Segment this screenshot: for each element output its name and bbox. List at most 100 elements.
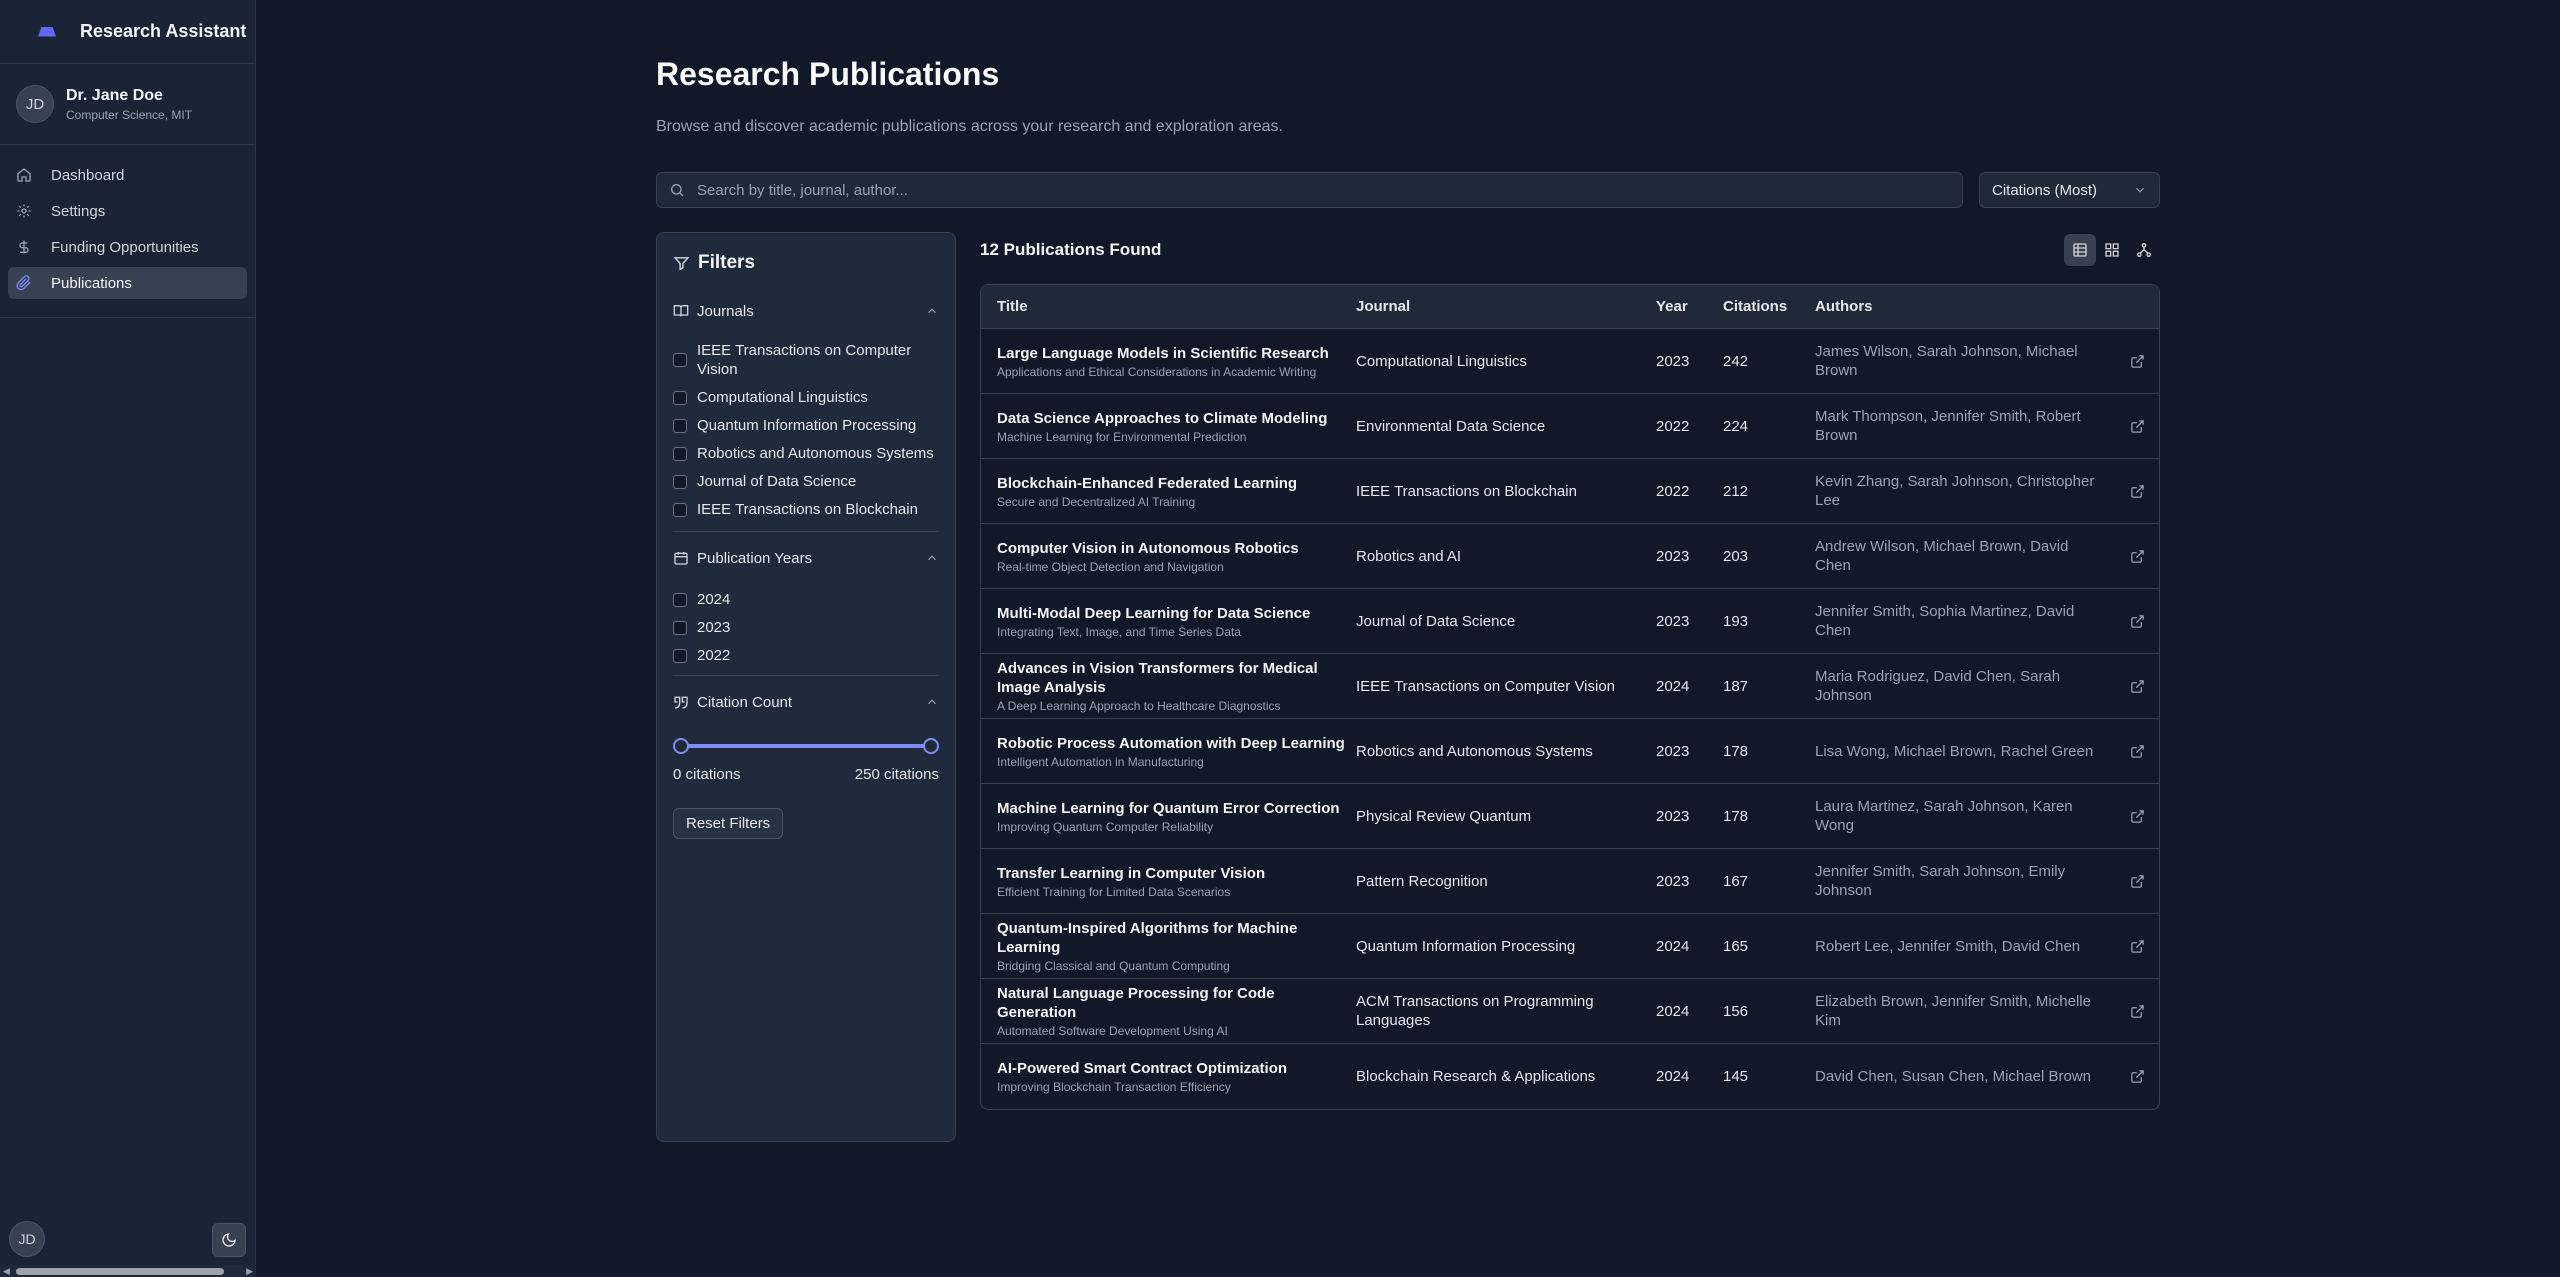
publication-title[interactable]: Machine Learning for Quantum Error Corre… — [997, 799, 1356, 818]
scroll-left-icon[interactable]: ◀ — [3, 1266, 10, 1277]
open-link-button[interactable] — [2115, 809, 2159, 824]
journal-checkbox-list[interactable]: IEEE Transactions on Computer Vision Com… — [673, 341, 939, 521]
column-header-citations[interactable]: Citations — [1723, 298, 1815, 315]
journal-option[interactable]: IEEE Transactions on Blockchain — [673, 500, 939, 519]
open-link-button[interactable] — [2115, 419, 2159, 434]
checkbox[interactable] — [673, 418, 687, 433]
open-link-button[interactable] — [2115, 939, 2159, 954]
year-option[interactable]: 2023 — [673, 618, 939, 637]
search-bar[interactable] — [656, 172, 1963, 208]
journal-option[interactable]: Journal of Data Science — [673, 472, 939, 491]
table-row[interactable]: AI-Powered Smart Contract Optimization Im… — [981, 1044, 2159, 1109]
table-row[interactable]: Multi-Modal Deep Learning for Data Scien… — [981, 589, 2159, 654]
open-link-button[interactable] — [2115, 549, 2159, 564]
column-header-year[interactable]: Year — [1656, 298, 1723, 315]
citation-section-header[interactable]: Citation Count — [673, 690, 939, 714]
table-row[interactable]: Advances in Vision Transformers for Medi… — [981, 654, 2159, 719]
journals-label: Journals — [697, 302, 754, 320]
publication-title[interactable]: AI-Powered Smart Contract Optimization — [997, 1059, 1356, 1078]
column-header-title[interactable]: Title — [981, 298, 1356, 315]
reset-filters-button[interactable]: Reset Filters — [673, 808, 784, 839]
scrollbar-thumb[interactable] — [16, 1268, 224, 1275]
table-view-button[interactable] — [2064, 234, 2096, 266]
user-profile[interactable]: JD Dr. Jane Doe Computer Science, MIT — [0, 64, 255, 145]
table-row[interactable]: Natural Language Processing for Code Gen… — [981, 979, 2159, 1044]
open-link-button[interactable] — [2115, 354, 2159, 369]
slider-min-handle[interactable] — [673, 738, 689, 754]
citation-range-slider[interactable] — [673, 736, 939, 756]
publication-title[interactable]: Blockchain-Enhanced Federated Learning — [997, 474, 1356, 493]
table-row[interactable]: Robotic Process Automation with Deep Lea… — [981, 719, 2159, 784]
checkbox[interactable] — [673, 620, 687, 635]
checkbox[interactable] — [673, 474, 687, 489]
cell-title: Advances in Vision Transformers for Medi… — [981, 659, 1356, 713]
open-link-button[interactable] — [2115, 614, 2159, 629]
open-link-button[interactable] — [2115, 484, 2159, 499]
open-link-button[interactable] — [2115, 1004, 2159, 1019]
table-row[interactable]: Quantum-Inspired Algorithms for Machine … — [981, 914, 2159, 979]
scroll-right-icon[interactable]: ▶ — [246, 1266, 253, 1277]
cell-citations: 178 — [1723, 807, 1749, 825]
table-row[interactable]: Large Language Models in Scientific Rese… — [981, 329, 2159, 394]
table-row[interactable]: Blockchain-Enhanced Federated Learning Se… — [981, 459, 2159, 524]
sidebar-item-funding[interactable]: Funding Opportunities — [8, 231, 247, 263]
publication-title[interactable]: Computer Vision in Autonomous Robotics — [997, 539, 1356, 558]
publication-subtitle: Secure and Decentralized AI Training — [997, 494, 1196, 509]
journal-option[interactable]: Computational Linguistics — [673, 388, 939, 407]
publication-title[interactable]: Natural Language Processing for Code Gen… — [997, 984, 1356, 1022]
table-row[interactable]: Data Science Approaches to Climate Model… — [981, 394, 2159, 459]
open-link-button[interactable] — [2115, 1069, 2159, 1084]
page-title: Research Publications — [656, 56, 1000, 92]
publication-title[interactable]: Advances in Vision Transformers for Medi… — [997, 659, 1356, 697]
year-checkbox-list: 2024 2023 2022 — [673, 590, 939, 665]
slider-max-handle[interactable] — [923, 738, 939, 754]
search-input[interactable] — [697, 181, 1897, 199]
footer-avatar[interactable]: JD — [9, 1221, 45, 1257]
sidebar-item-dashboard[interactable]: Dashboard — [8, 159, 247, 191]
publication-title[interactable]: Large Language Models in Scientific Rese… — [997, 344, 1356, 363]
checkbox[interactable] — [673, 648, 687, 663]
sidebar-item-publications[interactable]: Publications — [8, 267, 247, 299]
journal-option[interactable]: Quantum Information Processing — [673, 416, 939, 435]
year-option[interactable]: 2024 — [673, 590, 939, 609]
checkbox[interactable] — [673, 390, 687, 405]
year-option[interactable]: 2022 — [673, 646, 939, 665]
table-row[interactable]: Computer Vision in Autonomous Robotics Re… — [981, 524, 2159, 589]
chevron-up-icon[interactable] — [925, 304, 939, 318]
grid-view-button[interactable] — [2096, 234, 2128, 266]
open-link-button[interactable] — [2115, 744, 2159, 759]
chevron-up-icon[interactable] — [925, 695, 939, 709]
column-header-authors[interactable]: Authors — [1815, 298, 2115, 315]
journal-option[interactable]: Robotics and Autonomous Systems — [673, 444, 939, 463]
sidebar: Research Assistant JD Dr. Jane Doe Compu… — [0, 0, 256, 1277]
years-section-header[interactable]: Publication Years — [673, 546, 939, 570]
chevron-up-icon[interactable] — [925, 551, 939, 565]
journals-section-header[interactable]: Journals — [673, 299, 939, 323]
table-row[interactable]: Machine Learning for Quantum Error Corre… — [981, 784, 2159, 849]
column-header-journal[interactable]: Journal — [1356, 298, 1656, 315]
brand[interactable]: Research Assistant — [0, 0, 255, 64]
cell-year: 2024 — [1656, 1002, 1690, 1020]
sidebar-item-settings[interactable]: Settings — [8, 195, 247, 227]
checkbox[interactable] — [673, 592, 687, 607]
publication-title[interactable]: Transfer Learning in Computer Vision — [997, 864, 1356, 883]
checkbox[interactable] — [673, 502, 687, 517]
publication-title[interactable]: Multi-Modal Deep Learning for Data Scien… — [997, 604, 1356, 623]
cell-authors: Maria Rodriguez, David Chen, Sarah Johns… — [1815, 668, 2061, 704]
journal-option[interactable]: IEEE Transactions on Computer Vision — [673, 341, 939, 379]
home-icon — [16, 167, 32, 183]
open-link-button[interactable] — [2115, 874, 2159, 889]
sort-select[interactable]: Citations (Most) — [1979, 172, 2160, 208]
table-row[interactable]: Transfer Learning in Computer Vision Effi… — [981, 849, 2159, 914]
theme-toggle-button[interactable] — [212, 1223, 246, 1257]
publication-title[interactable]: Robotic Process Automation with Deep Lea… — [997, 734, 1356, 753]
publication-title[interactable]: Quantum-Inspired Algorithms for Machine … — [997, 919, 1356, 957]
user-name: Dr. Jane Doe — [66, 86, 163, 104]
open-link-button[interactable] — [2115, 679, 2159, 694]
publication-title[interactable]: Data Science Approaches to Climate Model… — [997, 409, 1356, 428]
checkbox[interactable] — [673, 446, 687, 461]
horizontal-scrollbar[interactable]: ◀ ▶ — [0, 1265, 256, 1277]
publication-subtitle: Integrating Text, Image, and Time Series… — [997, 624, 1241, 639]
checkbox[interactable] — [673, 353, 687, 367]
network-view-button[interactable] — [2128, 234, 2160, 266]
